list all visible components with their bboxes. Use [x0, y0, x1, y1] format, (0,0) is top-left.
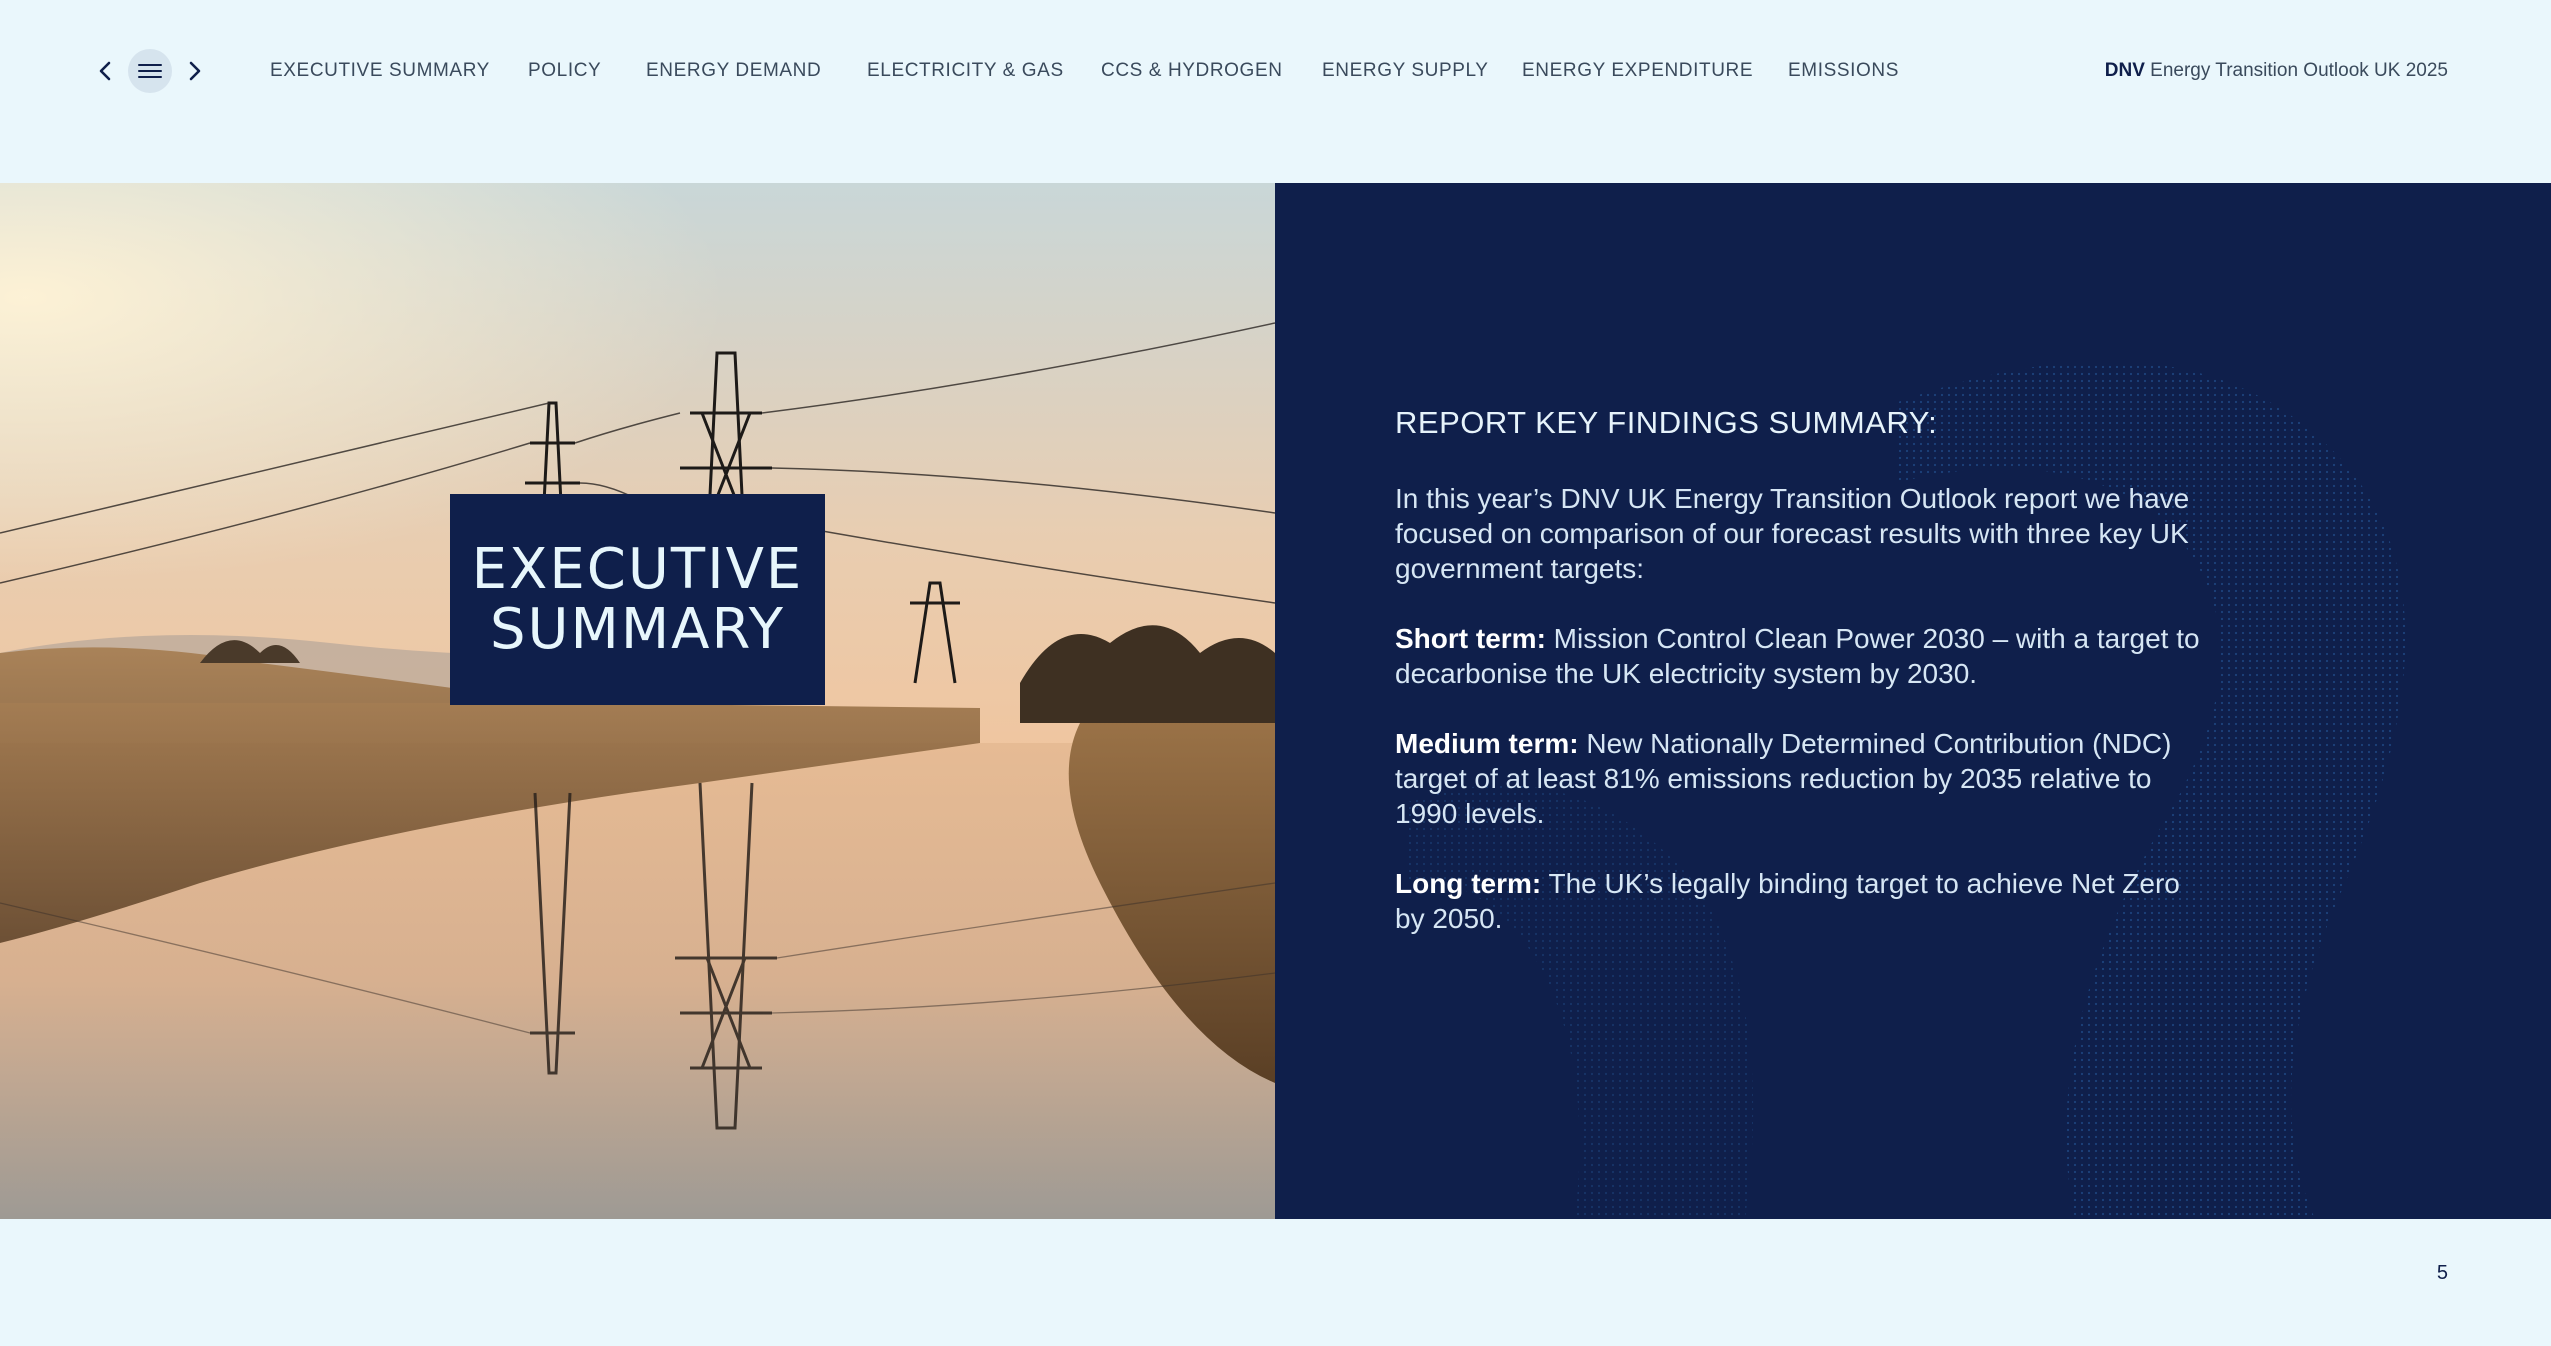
- section-title-box: EXECUTIVE SUMMARY: [450, 494, 825, 705]
- nav-item-executive-summary[interactable]: EXECUTIVE SUMMARY: [270, 56, 490, 86]
- findings-intro: In this year’s DNV UK Energy Transition …: [1395, 483, 2190, 584]
- nav-item-electricity-gas[interactable]: ELECTRICITY & GAS: [867, 56, 1064, 86]
- chevron-left-icon[interactable]: [90, 49, 120, 93]
- nav-item-energy-demand[interactable]: ENERGY DEMAND: [646, 56, 821, 86]
- nav-item-energy-expenditure[interactable]: ENERGY EXPENDITURE: [1522, 56, 1753, 86]
- medium-term-label: Medium term:: [1395, 728, 1579, 759]
- key-findings-heading: REPORT KEY FINDINGS SUMMARY:: [1395, 405, 1938, 440]
- nav-item-policy[interactable]: POLICY: [528, 56, 601, 86]
- key-findings-panel: REPORT KEY FINDINGS SUMMARY: In this yea…: [1275, 183, 2551, 1219]
- report-brand: DNV Energy Transition Outlook UK 2025: [2105, 56, 2448, 86]
- nav-item-energy-supply[interactable]: ENERGY SUPPLY: [1322, 56, 1489, 86]
- dnv-logo: DNV: [2104, 60, 2145, 81]
- finding-medium-term: Medium term: New Nationally Determined C…: [1395, 726, 2205, 831]
- finding-long-term: Long term: The UK’s legally binding targ…: [1395, 866, 2205, 936]
- nav-item-ccs-hydrogen[interactable]: CCS & HYDROGEN: [1101, 56, 1283, 86]
- top-navigation-bar: EXECUTIVE SUMMARY POLICY ENERGY DEMAND E…: [0, 0, 2551, 140]
- page-nav-controls: [90, 49, 210, 93]
- report-title: Energy Transition Outlook UK 2025: [2150, 60, 2448, 81]
- section-title-line2: SUMMARY: [489, 596, 785, 662]
- key-findings-content: REPORT KEY FINDINGS SUMMARY: In this yea…: [1395, 403, 2205, 971]
- page-number: 5: [2436, 1262, 2448, 1284]
- hamburger-menu-icon[interactable]: [128, 49, 172, 93]
- nav-item-emissions[interactable]: EMISSIONS: [1788, 56, 1899, 86]
- long-term-label: Long term:: [1395, 868, 1542, 899]
- chevron-right-icon[interactable]: [180, 49, 210, 93]
- finding-short-term: Short term: Mission Control Clean Power …: [1395, 621, 2205, 691]
- short-term-label: Short term:: [1395, 623, 1546, 654]
- section-title-line1: EXECUTIVE: [471, 536, 804, 602]
